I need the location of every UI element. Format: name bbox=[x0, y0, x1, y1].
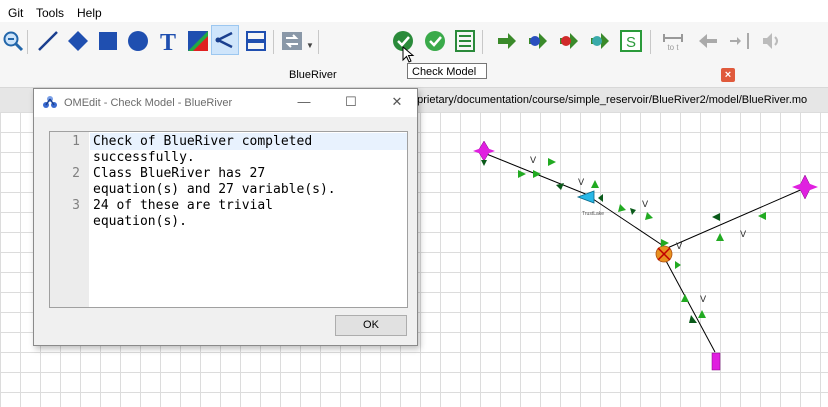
message-text-area[interactable]: 1 Check of BlueRiver completed successfu… bbox=[49, 131, 408, 308]
bitmap-tool-icon[interactable] bbox=[187, 30, 209, 52]
omedit-logo-icon bbox=[43, 96, 57, 108]
line-number-gutter bbox=[50, 132, 89, 307]
line-number: 3 bbox=[72, 198, 80, 213]
message-line: Class BlueRiver has 27 bbox=[93, 166, 266, 181]
rectangle-tool-icon[interactable] bbox=[97, 30, 119, 52]
toolbar: T ▼ S to t bbox=[0, 22, 828, 64]
message-line: successfully. bbox=[93, 150, 195, 165]
simulate-animation-icon[interactable] bbox=[589, 30, 611, 52]
message-line: equation(s) and 27 variable(s). bbox=[93, 182, 336, 197]
transition-mode-icon[interactable] bbox=[245, 30, 267, 52]
speaker-icon[interactable] bbox=[760, 30, 782, 52]
file-path: oprietary/documentation/course/simple_re… bbox=[411, 94, 808, 106]
arrow-left-icon[interactable] bbox=[697, 30, 719, 52]
line-number: 2 bbox=[72, 166, 80, 181]
arrow-right-icon[interactable] bbox=[728, 30, 750, 52]
menu-git[interactable]: Git bbox=[8, 6, 23, 20]
simulate-debugger-icon[interactable] bbox=[527, 30, 549, 52]
simulate-icon[interactable] bbox=[496, 30, 518, 52]
tab-bluriver[interactable]: BlueRiver bbox=[289, 69, 337, 81]
svg-text:V: V bbox=[676, 242, 683, 252]
menu-tools[interactable]: Tools bbox=[36, 6, 64, 20]
svg-text:to t: to t bbox=[667, 43, 679, 52]
connect-mode-icon[interactable] bbox=[211, 25, 239, 55]
zoom-out-icon[interactable] bbox=[2, 30, 24, 52]
line-number: 1 bbox=[72, 134, 80, 149]
reservoir-label: TrustLake bbox=[582, 211, 604, 217]
chevron-down-icon[interactable]: ▼ bbox=[306, 41, 314, 50]
line-tool-icon[interactable] bbox=[37, 30, 59, 52]
terminal-node-icon[interactable] bbox=[711, 352, 721, 371]
text-tool-icon[interactable]: T bbox=[157, 30, 179, 52]
minimize-icon[interactable]: — bbox=[293, 93, 315, 111]
close-icon[interactable]: × bbox=[721, 68, 735, 82]
menu-bar: Git Tools Help bbox=[0, 0, 828, 22]
ok-button[interactable]: OK bbox=[335, 315, 407, 336]
message-line: 24 of these are trivial bbox=[93, 198, 274, 213]
message-line: Check of BlueRiver completed bbox=[93, 134, 313, 149]
dialog-title-bar[interactable]: OMEdit - Check Model - BlueRiver — ☐ ✕ bbox=[34, 89, 417, 117]
ellipse-tool-icon[interactable] bbox=[127, 30, 149, 52]
check-all-models-icon[interactable] bbox=[424, 30, 446, 52]
dialog-title: OMEdit - Check Model - BlueRiver bbox=[64, 97, 233, 109]
message-line: equation(s). bbox=[93, 214, 187, 229]
svg-text:V: V bbox=[530, 156, 537, 166]
menu-help[interactable]: Help bbox=[77, 6, 102, 20]
check-model-dialog: OMEdit - Check Model - BlueRiver — ☐ ✕ 1… bbox=[33, 88, 418, 346]
close-icon[interactable]: ✕ bbox=[386, 93, 408, 111]
simulation-options-icon[interactable] bbox=[281, 30, 303, 52]
svg-text:V: V bbox=[740, 230, 747, 240]
instantiate-model-icon[interactable] bbox=[454, 30, 476, 52]
svg-text:V: V bbox=[700, 295, 707, 305]
time-range-icon[interactable]: to t bbox=[662, 30, 684, 52]
maximize-icon[interactable]: ☐ bbox=[340, 93, 362, 111]
ssp-icon[interactable]: S bbox=[620, 30, 642, 52]
svg-text:V: V bbox=[578, 178, 585, 188]
svg-text:T: T bbox=[160, 30, 176, 52]
svg-text:S: S bbox=[626, 34, 636, 51]
svg-text:V: V bbox=[642, 200, 649, 210]
polygon-tool-icon[interactable] bbox=[67, 30, 89, 52]
simulate-algorithmic-debugger-icon[interactable] bbox=[558, 30, 580, 52]
tooltip: Check Model bbox=[407, 63, 487, 79]
reservoir-icon[interactable] bbox=[576, 190, 595, 204]
mouse-cursor-icon bbox=[402, 46, 415, 63]
